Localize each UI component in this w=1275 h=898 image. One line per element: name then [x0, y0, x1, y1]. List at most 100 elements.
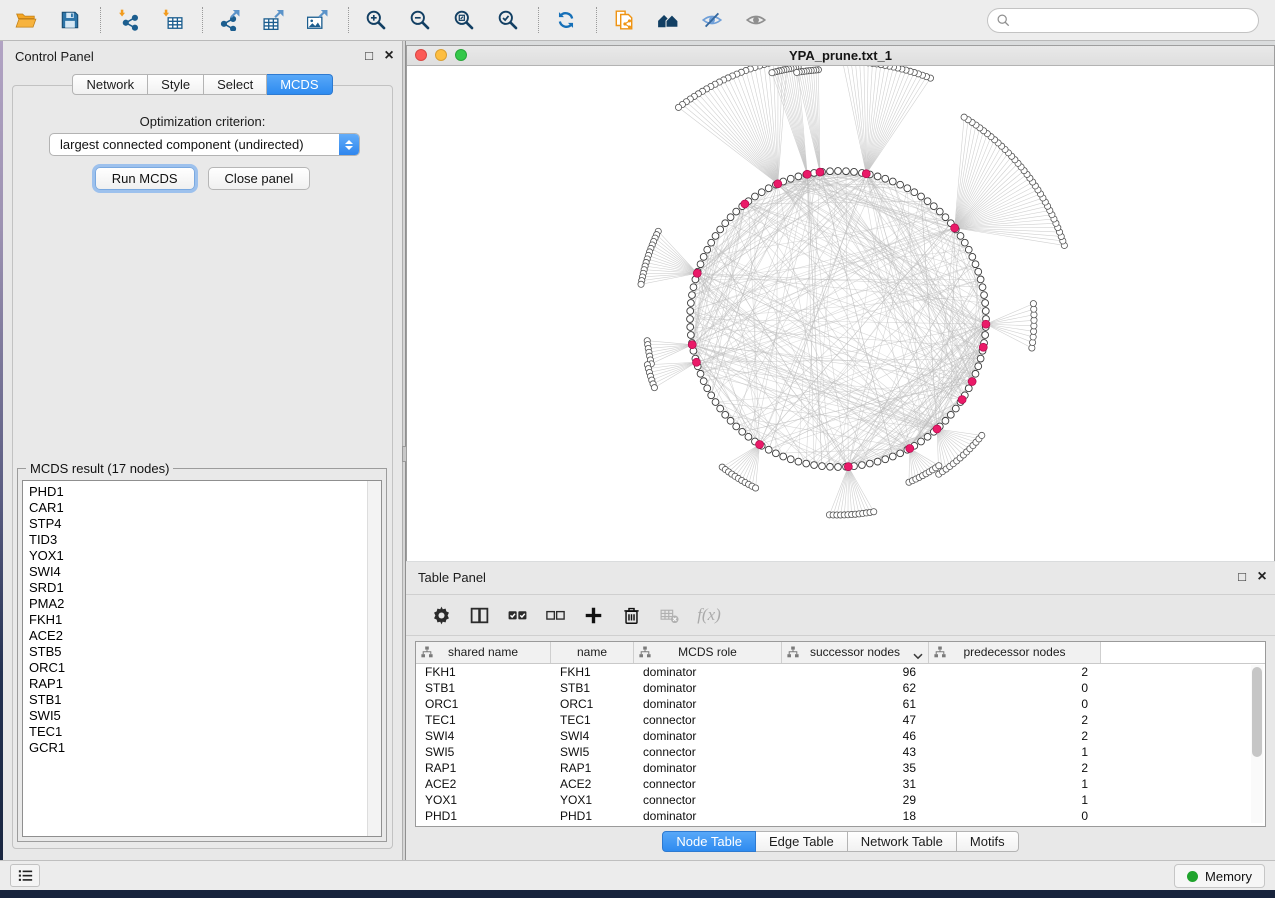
split-columns-icon[interactable] [466, 600, 496, 630]
mcds-result-scrollbar[interactable] [367, 481, 381, 836]
table-cell: TEC1 [416, 712, 551, 728]
delete-table-icon[interactable] [656, 600, 686, 630]
table-cell: connector [634, 744, 782, 760]
tab-network[interactable]: Network [72, 74, 148, 95]
add-column-icon[interactable] [580, 600, 610, 630]
save-session-icon[interactable] [57, 5, 87, 35]
table-row[interactable]: YOX1YOX1connector291 [416, 792, 1265, 808]
column-header-shared-name[interactable]: shared name [416, 642, 551, 663]
tab-style[interactable]: Style [148, 74, 204, 95]
table-row[interactable]: TEC1TEC1connector472 [416, 712, 1265, 728]
gear-icon[interactable] [428, 600, 458, 630]
zoom-fit-icon[interactable] [451, 5, 481, 35]
export-image-icon[interactable] [305, 5, 335, 35]
tab-motifs[interactable]: Motifs [957, 831, 1019, 852]
node-table: shared name nameMCDS rolesuccessor nodesp… [415, 641, 1266, 827]
table-row[interactable]: RAP1RAP1dominator352 [416, 760, 1265, 776]
control-panel-title: Control Panel [15, 49, 94, 64]
table-cell: SWI5 [551, 744, 634, 760]
table-row[interactable]: SWI4SWI4dominator462 [416, 728, 1265, 744]
mcds-result-item[interactable]: TID3 [23, 532, 381, 548]
tab-select[interactable]: Select [204, 74, 267, 95]
mcds-result-item[interactable]: RAP1 [23, 676, 381, 692]
mcds-result-item[interactable]: PHD1 [23, 484, 381, 500]
mcds-result-item[interactable]: SWI4 [23, 564, 381, 580]
control-panel-tabs: NetworkStyleSelectMCDS [3, 74, 402, 95]
table-row[interactable]: FKH1FKH1dominator962 [416, 664, 1265, 680]
tab-edge-table[interactable]: Edge Table [756, 831, 848, 852]
table-scrollbar[interactable] [1251, 665, 1263, 823]
mcds-result-item[interactable]: STP4 [23, 516, 381, 532]
hide-selected-icon[interactable] [699, 5, 729, 35]
float-table-panel-icon[interactable]: □ [1233, 568, 1251, 586]
table-cell: 43 [782, 744, 929, 760]
table-row[interactable]: STB1STB1dominator620 [416, 680, 1265, 696]
memory-button[interactable]: Memory [1174, 864, 1265, 888]
clone-network-icon[interactable] [611, 5, 641, 35]
mcds-result-item[interactable]: GCR1 [23, 740, 381, 756]
mcds-result-item[interactable]: ACE2 [23, 628, 381, 644]
column-header-name[interactable]: name [551, 642, 634, 663]
close-panel-button[interactable]: Close panel [208, 167, 311, 190]
optimization-criterion-select[interactable]: largest connected component (undirected) [49, 133, 360, 156]
export-network-icon[interactable] [217, 5, 247, 35]
mcds-result-item[interactable]: SRD1 [23, 580, 381, 596]
mcds-result-item[interactable]: TEC1 [23, 724, 381, 740]
float-panel-icon[interactable]: □ [360, 47, 378, 65]
export-table-icon[interactable] [261, 5, 291, 35]
table-scrollbar-thumb[interactable] [1252, 667, 1262, 757]
table-row[interactable]: SWI5SWI5connector431 [416, 744, 1265, 760]
function-builder-icon[interactable]: f(x) [694, 600, 724, 630]
mcds-result-item[interactable]: STB1 [23, 692, 381, 708]
zoom-in-icon[interactable] [363, 5, 393, 35]
search-input[interactable] [1010, 14, 1258, 28]
unselect-all-columns-icon[interactable] [542, 600, 572, 630]
mcds-result-items: PHD1CAR1STP4TID3YOX1SWI4SRD1PMA2FKH1ACE2… [23, 481, 381, 756]
network-graph[interactable] [407, 66, 1274, 561]
table-cell: 96 [782, 664, 929, 680]
table-cell: RAP1 [551, 760, 634, 776]
tab-network-table[interactable]: Network Table [848, 831, 957, 852]
column-header-label: shared name [430, 645, 536, 659]
column-header-mcds-role[interactable]: MCDS role [634, 642, 782, 663]
delete-columns-icon[interactable] [618, 600, 648, 630]
close-panel-icon[interactable]: × [380, 47, 398, 65]
show-all-icon[interactable] [743, 5, 773, 35]
table-row[interactable]: ORC1ORC1dominator610 [416, 696, 1265, 712]
run-mcds-button[interactable]: Run MCDS [95, 167, 195, 190]
table-cell: STB1 [416, 680, 551, 696]
select-all-columns-icon[interactable] [504, 600, 534, 630]
mcds-result-item[interactable]: SWI5 [23, 708, 381, 724]
column-header-successor-nodes[interactable]: successor nodes [782, 642, 929, 663]
import-network-icon[interactable] [115, 5, 145, 35]
column-header-predecessor-nodes[interactable]: predecessor nodes [929, 642, 1101, 663]
close-table-panel-icon[interactable]: × [1253, 568, 1271, 586]
status-bar: Memory [0, 860, 1275, 890]
table-cell: ORC1 [551, 696, 634, 712]
table-row[interactable]: ACE2ACE2connector311 [416, 776, 1265, 792]
open-session-icon[interactable] [13, 5, 43, 35]
toolbar-icon-groups [0, 5, 780, 35]
mcds-result-item[interactable]: FKH1 [23, 612, 381, 628]
tab-node-table[interactable]: Node Table [662, 831, 756, 852]
mcds-result-list[interactable]: PHD1CAR1STP4TID3YOX1SWI4SRD1PMA2FKH1ACE2… [22, 480, 382, 837]
tab-mcds[interactable]: MCDS [267, 74, 332, 95]
zoom-selected-icon[interactable] [495, 5, 525, 35]
table-row[interactable]: PHD1PHD1dominator180 [416, 808, 1265, 824]
import-table-icon[interactable] [159, 5, 189, 35]
mcds-result-item[interactable]: CAR1 [23, 500, 381, 516]
home-layout-icon[interactable] [655, 5, 685, 35]
mcds-result-item[interactable]: PMA2 [23, 596, 381, 612]
zoom-out-icon[interactable] [407, 5, 437, 35]
select-stepper-icon [339, 134, 359, 155]
table-cell: dominator [634, 728, 782, 744]
table-cell: dominator [634, 760, 782, 776]
mcds-result-item[interactable]: STB5 [23, 644, 381, 660]
search-field[interactable] [987, 8, 1259, 33]
mcds-result-item[interactable]: YOX1 [23, 548, 381, 564]
refresh-view-icon[interactable] [553, 5, 583, 35]
mcds-result-item[interactable]: ORC1 [23, 660, 381, 676]
network-window-titlebar[interactable]: YPA_prune.txt_1 [407, 46, 1274, 66]
panel-list-button[interactable] [10, 864, 40, 887]
toolbar-separator [348, 7, 350, 33]
